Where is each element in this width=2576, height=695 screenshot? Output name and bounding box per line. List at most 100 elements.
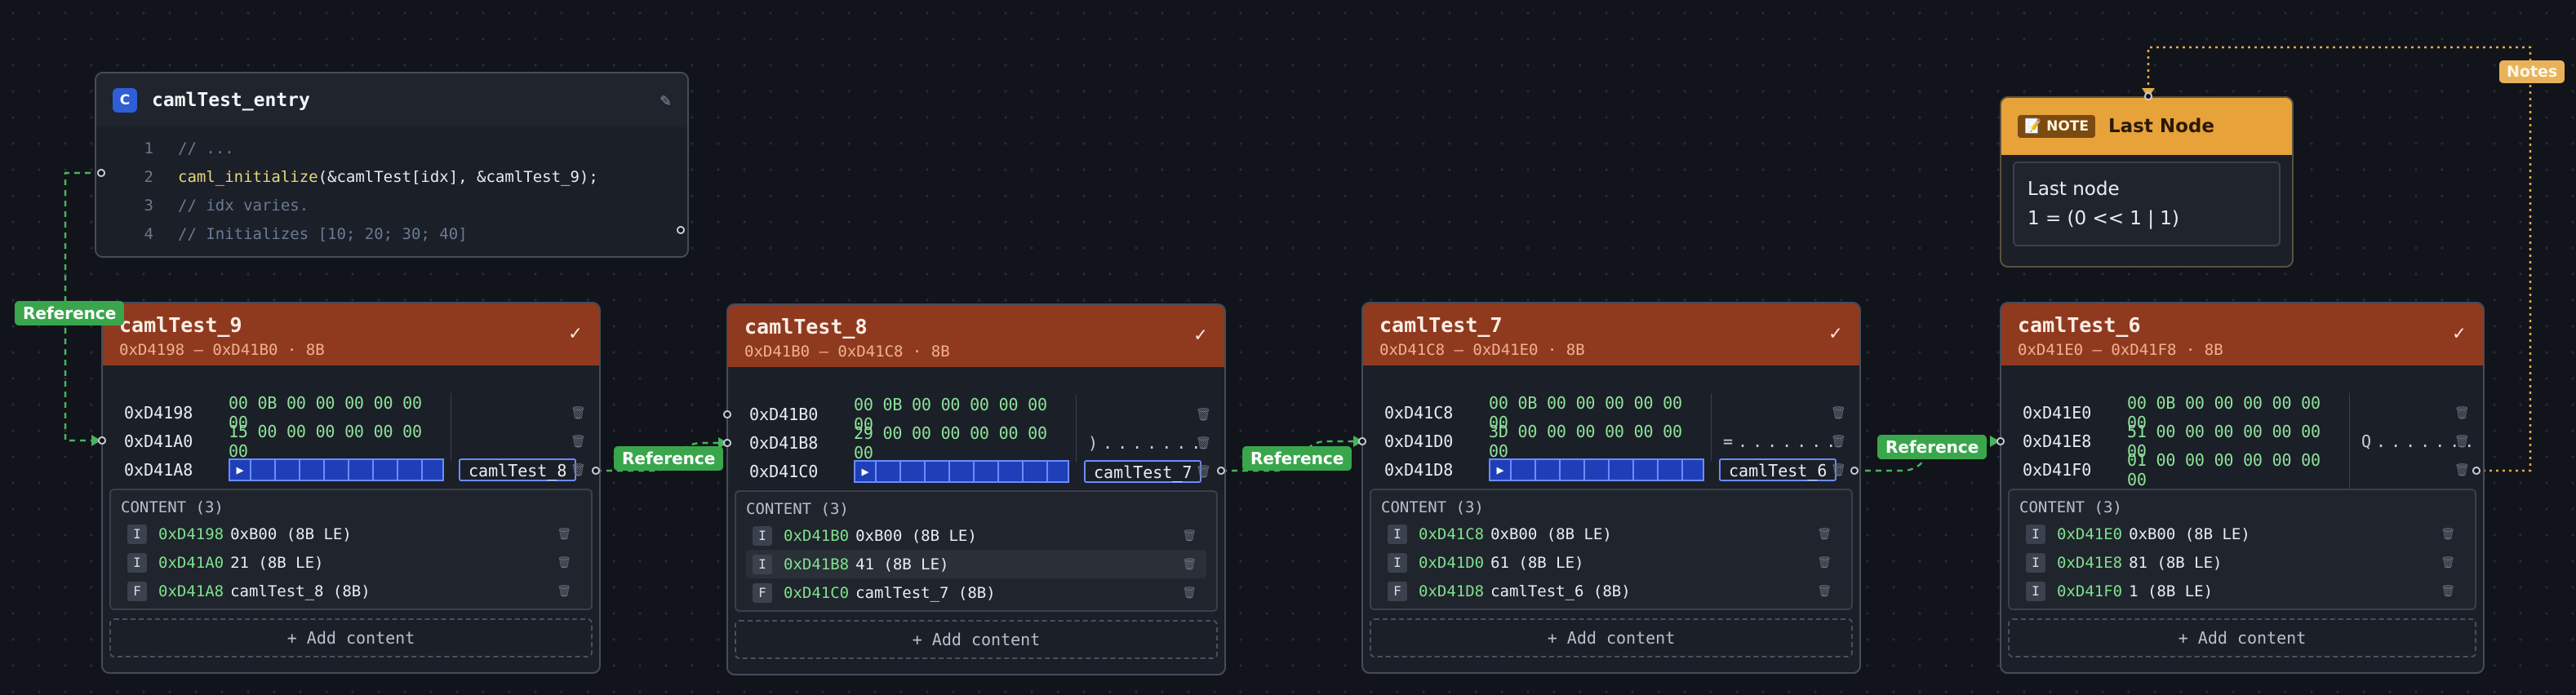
content-item[interactable]: I 0xD41F0 1 (8B LE) 🗑 [2019, 577, 2465, 605]
pointer-bar[interactable]: ▶ [854, 459, 1069, 483]
play-icon: ▶ [1496, 462, 1504, 477]
content-item[interactable]: I 0xD4198 0xB00 (8B LE) 🗑 [121, 520, 581, 548]
check-icon[interactable]: ✓ [1830, 321, 1841, 344]
memory-block-camlTest_7[interactable]: camlTest_7 0xD41C8 – 0xD41E0 · 8B ✓ 0xD4… [1361, 302, 1861, 674]
trash-icon[interactable]: 🗑 [557, 585, 571, 598]
pointer-bar[interactable]: ▶ [229, 458, 444, 481]
check-icon[interactable]: ✓ [1195, 323, 1206, 346]
function-name: caml_initialize [178, 167, 318, 186]
content-item[interactable]: I 0xD41C8 0xB00 (8B LE) 🗑 [1381, 520, 1841, 548]
row-hex: 01 00 00 00 00 00 00 00 [2127, 449, 2350, 489]
content-item[interactable]: F 0xD41C0 camlTest_7 (8B) 🗑 [746, 578, 1206, 607]
code-node[interactable]: C camlTest_entry ✎ 1 // ... 2 caml_initi… [95, 72, 689, 258]
block-6-handle-out[interactable] [2472, 467, 2481, 475]
content-item[interactable]: I 0xD41A0 21 (8B LE) 🗑 [121, 548, 581, 577]
trash-icon[interactable]: 🗑 [557, 556, 571, 569]
content-item[interactable]: I 0xD41B8 41 (8B LE) 🗑 [746, 550, 1206, 578]
content-value: 21 (8B LE) [230, 553, 324, 572]
trash-icon[interactable]: 🗑 [571, 405, 586, 420]
content-item[interactable]: I 0xD41E0 0xB00 (8B LE) 🗑 [2019, 520, 2465, 548]
content-value: 0xB00 (8B LE) [2129, 525, 2250, 543]
content-address: 0xD41D8 [1419, 582, 1485, 600]
content-title: CONTENT (3) [1381, 498, 1484, 516]
check-icon[interactable]: ✓ [2454, 321, 2465, 344]
block-8-handle-top[interactable] [723, 410, 731, 418]
row-address: 0xD41F0 [2023, 459, 2092, 480]
play-icon: ▶ [236, 462, 244, 477]
note-handle-in[interactable] [2144, 92, 2152, 100]
trash-icon[interactable]: 🗑 [1831, 463, 1846, 477]
trash-icon[interactable]: 🗑 [1182, 558, 1197, 571]
content-item[interactable]: I 0xD41B0 0xB00 (8B LE) 🗑 [746, 521, 1206, 550]
content-title: CONTENT (3) [2019, 498, 2122, 516]
content-address: 0xD41B8 [784, 555, 850, 573]
edge-label-reference[interactable]: Reference [1242, 446, 1352, 471]
code-line: 1 // ... [96, 134, 687, 162]
trash-icon[interactable]: 🗑 [1196, 436, 1211, 450]
trash-icon[interactable]: 🗑 [2441, 528, 2455, 541]
trash-icon[interactable]: 🗑 [1831, 434, 1846, 449]
trash-icon[interactable]: 🗑 [557, 528, 571, 541]
content-item[interactable]: I 0xD41D0 61 (8B LE) 🗑 [1381, 548, 1841, 577]
trash-icon[interactable]: 🗑 [1831, 405, 1846, 420]
code-node-header: C camlTest_entry ✎ [96, 73, 687, 127]
block-9-handle-out[interactable] [592, 467, 600, 475]
content-type-badge: F [753, 582, 772, 603]
trash-icon[interactable]: 🗑 [2454, 405, 2470, 420]
row-address: 0xD41B0 [749, 404, 819, 424]
content-item[interactable]: F 0xD41D8 camlTest_6 (8B) 🗑 [1381, 577, 1841, 605]
hex-rows: 0xD4198 00 0B 00 00 00 00 00 00 🗑 0xD41A… [103, 392, 599, 484]
line-number: 2 [144, 167, 153, 186]
edge-label-reference[interactable]: Reference [15, 301, 125, 325]
add-content-button[interactable]: + Add content [735, 620, 1218, 659]
block-range: 0xD41E0 – 0xD41F8 · 8B [2018, 341, 2223, 359]
note-body[interactable]: Last node 1 = (0 << 1 | 1) [2013, 162, 2281, 246]
add-content-button[interactable]: + Add content [109, 618, 593, 657]
pointer-target-label[interactable]: camlTest_6 [1719, 458, 1837, 481]
pointer-bar[interactable]: ▶ [1489, 458, 1704, 481]
block-9-handle-in[interactable] [98, 436, 106, 445]
memory-block-camlTest_8[interactable]: camlTest_8 0xD41B0 – 0xD41C8 · 8B ✓ 0xD4… [726, 303, 1226, 675]
block-7-handle-in[interactable] [1358, 437, 1366, 445]
trash-icon[interactable]: 🗑 [1817, 556, 1832, 569]
check-icon[interactable]: ✓ [570, 321, 581, 344]
trash-icon[interactable]: 🗑 [2441, 556, 2455, 569]
memory-block-camlTest_9[interactable]: camlTest_9 0xD4198 – 0xD41B0 · 8B ✓ 0xD4… [101, 302, 601, 674]
content-item[interactable]: I 0xD41E8 81 (8B LE) 🗑 [2019, 548, 2465, 577]
content-value: 81 (8B LE) [2129, 553, 2223, 572]
content-value: 0xB00 (8B LE) [1490, 525, 1612, 543]
block-6-handle-in[interactable] [1996, 437, 2005, 445]
note-node[interactable]: 📝 NOTE Last Node Last node 1 = (0 << 1 |… [2000, 96, 2294, 268]
trash-icon[interactable]: 🗑 [2441, 585, 2455, 598]
trash-icon[interactable]: 🗑 [571, 463, 586, 477]
pointer-target-label[interactable]: camlTest_7 [1084, 459, 1202, 483]
block-8-handle-in[interactable] [723, 439, 731, 447]
trash-icon[interactable]: 🗑 [1196, 407, 1211, 422]
content-panel: CONTENT (3) I 0xD4198 0xB00 (8B LE) 🗑 I … [109, 489, 593, 610]
content-title: CONTENT (3) [121, 498, 224, 516]
code-node-handle-left[interactable] [97, 169, 105, 177]
trash-icon[interactable]: 🗑 [1196, 464, 1211, 479]
trash-icon[interactable]: 🗑 [2454, 434, 2470, 449]
pointer-row: 0xD41C0 ▶ camlTest_7 🗑 [728, 457, 1224, 485]
add-content-button[interactable]: + Add content [2008, 618, 2476, 657]
trash-icon[interactable]: 🗑 [571, 434, 586, 449]
block-7-handle-out[interactable] [1850, 467, 1859, 475]
pointer-target-label[interactable]: camlTest_8 [459, 458, 577, 481]
edge-label-reference[interactable]: Reference [1877, 435, 1988, 459]
content-value: 61 (8B LE) [1490, 553, 1584, 572]
trash-icon[interactable]: 🗑 [1182, 587, 1197, 600]
edit-pencil-icon[interactable]: ✎ [660, 91, 671, 111]
code-node-handle-right[interactable] [677, 226, 685, 234]
block-8-handle-out[interactable] [1217, 467, 1225, 475]
trash-icon[interactable]: 🗑 [1817, 528, 1832, 541]
edge-label-reference[interactable]: Reference [614, 446, 724, 471]
content-item[interactable]: F 0xD41A8 camlTest_8 (8B) 🗑 [121, 577, 581, 605]
trash-icon[interactable]: 🗑 [1182, 529, 1197, 542]
edge-label-notes[interactable]: Notes [2499, 60, 2565, 83]
memory-block-camlTest_6[interactable]: camlTest_6 0xD41E0 – 0xD41F8 · 8B ✓ 0xD4… [2000, 302, 2485, 674]
trash-icon[interactable]: 🗑 [1817, 585, 1832, 598]
content-type-badge: I [127, 524, 147, 544]
trash-icon[interactable]: 🗑 [2454, 463, 2470, 477]
add-content-button[interactable]: + Add content [1370, 618, 1853, 657]
